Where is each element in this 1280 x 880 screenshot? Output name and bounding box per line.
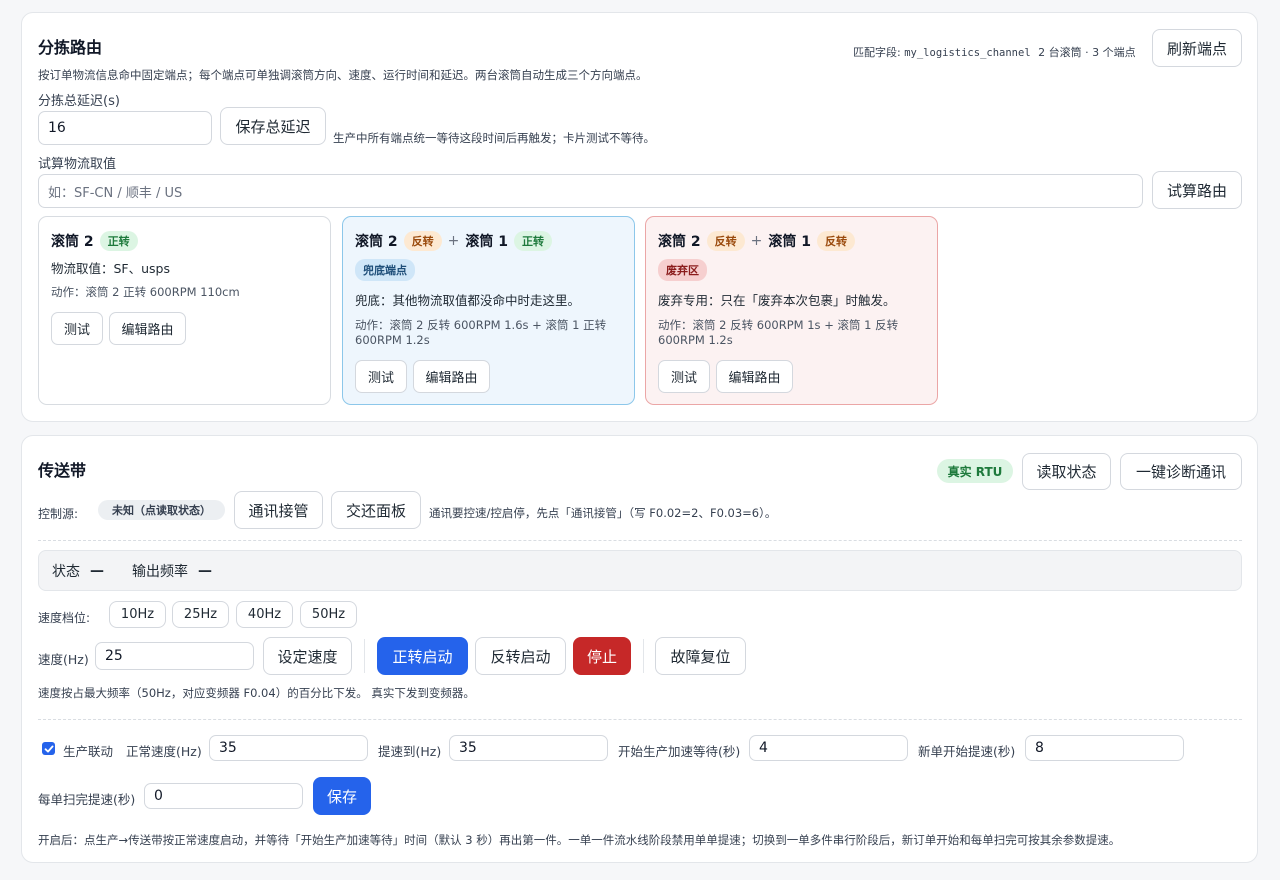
card-test-button[interactable]: 测试: [658, 360, 710, 393]
return-panel-button[interactable]: 交还面板: [331, 491, 421, 529]
route-card-1: 滚筒 2 正转 物流取值：SF、usps 动作：滚筒 2 正转 600RPM 1…: [38, 216, 331, 405]
status-value: —: [90, 562, 104, 579]
card-action-text: 动作：滚筒 2 反转 600RPM 1s + 滚筒 1 反转 600RPM 1.…: [658, 318, 899, 347]
card-action-text: 动作：滚筒 2 反转 600RPM 1.6s + 滚筒 1 正转 600RPM …: [355, 318, 607, 347]
scan-done-boost-input[interactable]: 0: [144, 783, 303, 809]
delay-label: 分拣总延迟(s): [38, 94, 120, 109]
new-order-boost-label: 新单开始提速(秒): [918, 744, 1016, 759]
drum-name: 滚筒 2: [51, 234, 94, 250]
freq-value: —: [198, 562, 212, 579]
status-label: 状态: [52, 563, 80, 580]
refresh-endpoints-button[interactable]: 刷新端点: [1152, 29, 1242, 67]
plus-sign: +: [750, 233, 763, 249]
new-order-boost-input[interactable]: 8: [1025, 735, 1184, 761]
direction-tag: 正转: [513, 231, 552, 251]
set-speed-button[interactable]: 设定速度: [263, 637, 352, 675]
trial-label: 试算物流取值: [38, 157, 117, 172]
conveyor-panel: 传送带 真实 RTU 读取状态 一键诊断通讯 控制源: 未知（点读取状态） 通讯…: [21, 435, 1258, 863]
control-hint: 通讯要控速/控启停，先点「通讯接管」（写 F0.02=2、F0.03=6）。: [429, 506, 777, 520]
scan-done-boost-label: 每单扫完提速(秒): [38, 792, 136, 807]
fallback-badge: 兜底端点: [355, 259, 415, 281]
direction-tag: 反转: [403, 231, 442, 251]
speed-input[interactable]: 25: [95, 642, 254, 670]
direction-tag: 反转: [816, 231, 855, 251]
normal-speed-label: 正常速度(Hz): [126, 744, 202, 759]
direction-tag: 反转: [706, 231, 745, 251]
discard-badge-wrap: 废弃区: [658, 259, 707, 281]
rtu-badge: 真实 RTU: [937, 459, 1013, 483]
accel-wait-input[interactable]: 4: [749, 735, 908, 761]
speed-step-25hz[interactable]: 25Hz: [172, 601, 229, 628]
card-test-button[interactable]: 测试: [51, 312, 103, 345]
separator: [364, 639, 365, 673]
speed-hint: 速度按占最大频率（50Hz，对应变频器 F0.04）的百分比下发。 真实下发到变…: [38, 686, 475, 700]
card-value-text: 兜底：其他物流取值都没命中时走这里。: [355, 293, 581, 308]
drum-name: 滚筒 1: [465, 234, 508, 250]
comm-takeover-button[interactable]: 通讯接管: [234, 491, 323, 529]
discard-badge: 废弃区: [658, 259, 707, 281]
speed-step-10hz[interactable]: 10Hz: [109, 601, 166, 628]
plus-sign: +: [447, 233, 460, 249]
route-card-2: 滚筒 2 反转 + 滚筒 1 正转 兜底端点 兜底：其他物流取值都没命中时走这里…: [342, 216, 635, 405]
stop-button[interactable]: 停止: [573, 637, 631, 675]
routing-title: 分拣路由: [38, 38, 103, 57]
fault-reset-button[interactable]: 故障复位: [655, 637, 746, 675]
speed-step-40hz[interactable]: 40Hz: [236, 601, 293, 628]
boost-to-label: 提速到(Hz): [378, 744, 442, 759]
normal-speed-input[interactable]: 35: [209, 735, 368, 761]
conveyor-title: 传送带: [38, 461, 87, 480]
trial-input[interactable]: 如：SF-CN / 顺丰 / US: [38, 174, 1143, 208]
accel-wait-label: 开始生产加速等待(秒): [618, 744, 741, 759]
card-test-button[interactable]: 测试: [355, 360, 407, 393]
checkmark-icon: [44, 745, 53, 752]
drum-name: 滚筒 1: [768, 234, 811, 250]
card-1-header: 滚筒 2 正转: [51, 231, 138, 251]
production-link-label: 生产联动: [63, 744, 114, 759]
boost-to-input[interactable]: 35: [449, 735, 608, 761]
fallback-badge-wrap: 兜底端点: [355, 259, 415, 281]
card-edit-button[interactable]: 编辑路由: [109, 312, 186, 345]
match-summary: 2 台滚筒 · 3 个端点: [1038, 46, 1136, 59]
route-card-3: 滚筒 2 反转 + 滚筒 1 反转 废弃区 废弃专用：只在「废弃本次包裹」时触发…: [645, 216, 938, 405]
save-button[interactable]: 保存: [313, 777, 371, 815]
card-value-text: 物流取值：SF、usps: [51, 261, 171, 276]
status-bar: 状态 — 输出频率 —: [38, 550, 1242, 591]
match-field-label: 匹配字段:: [853, 46, 901, 59]
card-edit-button[interactable]: 编辑路由: [413, 360, 490, 393]
control-source-label: 控制源:: [38, 507, 79, 521]
card-action-text: 动作：滚筒 2 正转 600RPM 110cm: [51, 285, 240, 299]
reverse-start-button[interactable]: 反转启动: [475, 637, 566, 675]
diagnose-comm-button[interactable]: 一键诊断通讯: [1120, 453, 1242, 490]
card-2-header: 滚筒 2 反转 + 滚筒 1 正转: [355, 231, 552, 251]
trial-route-button[interactable]: 试算路由: [1152, 171, 1242, 209]
forward-start-button[interactable]: 正转启动: [377, 637, 468, 675]
speed-steps-label: 速度档位:: [38, 611, 91, 625]
routing-panel: 分拣路由 匹配字段: my_logistics_channel 2 台滚筒 · …: [21, 12, 1258, 422]
control-source-badge: 未知（点读取状态）: [98, 500, 225, 520]
match-field-value: my_logistics_channel: [904, 47, 1031, 59]
divider: [38, 719, 1242, 720]
freq-label: 输出频率: [132, 563, 188, 580]
delay-hint: 生产中所有端点统一等待这段时间后再触发；卡片测试不等待。: [333, 131, 655, 145]
match-field-info: 匹配字段: my_logistics_channel 2 台滚筒 · 3 个端点: [853, 44, 1136, 60]
separator: [643, 639, 644, 673]
divider: [38, 540, 1242, 541]
card-edit-button[interactable]: 编辑路由: [716, 360, 793, 393]
card-3-header: 滚筒 2 反转 + 滚筒 1 反转: [658, 231, 855, 251]
drum-name: 滚筒 2: [355, 234, 398, 250]
read-status-button[interactable]: 读取状态: [1022, 453, 1111, 490]
drum-name: 滚筒 2: [658, 234, 701, 250]
footer-hint: 开启后：点生产→传送带按正常速度启动，并等待「开始生产加速等待」时间（默认 3 …: [38, 833, 1121, 847]
routing-description: 按订单物流信息命中固定端点；每个端点可单独调滚筒方向、速度、运行时间和延迟。两台…: [38, 68, 648, 82]
delay-input[interactable]: 16: [38, 111, 212, 145]
card-value-text: 废弃专用：只在「废弃本次包裹」时触发。: [658, 293, 896, 308]
speed-label: 速度(Hz): [38, 652, 89, 667]
production-link-checkbox[interactable]: [42, 742, 55, 755]
speed-step-50hz[interactable]: 50Hz: [300, 601, 357, 628]
save-delay-button[interactable]: 保存总延迟: [220, 107, 326, 145]
direction-tag: 正转: [99, 231, 138, 251]
